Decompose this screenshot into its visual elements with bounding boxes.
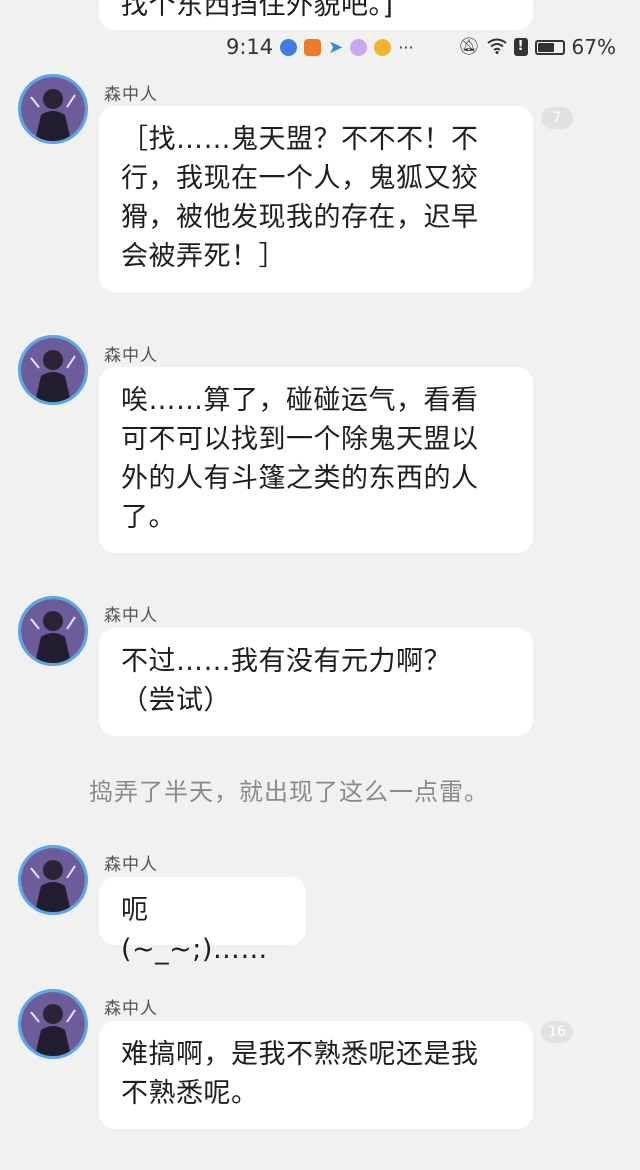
battery-percent: 67%	[571, 35, 616, 59]
avatar[interactable]	[18, 596, 88, 666]
message-line: 猾，被他发现我的存在，迟早	[121, 202, 479, 233]
message-line: ［找……鬼天盟？不不不！不	[121, 124, 479, 155]
avatar[interactable]	[18, 989, 88, 1059]
send-icon: ➤	[328, 36, 344, 58]
system-message-text: 捣弄了半天，就出现了这么一点雷。	[89, 778, 489, 806]
wifi-icon	[486, 35, 507, 59]
weibo-icon	[374, 38, 392, 56]
message-bubble[interactable]: 不过……我有没有元力啊？ （尝试）	[99, 628, 533, 736]
system-message: 捣弄了半天，就出现了这么一点雷。	[0, 772, 640, 807]
music-icon	[280, 38, 298, 56]
alert-icon: !	[513, 38, 528, 56]
sender-name: 森中人	[104, 85, 158, 105]
status-time: 9:14	[226, 35, 274, 59]
message-text: 找个东西挡住外貌吧。]	[121, 0, 394, 21]
status-bar: 9:14 ➤ ··· 🔕︎ ! 67%	[226, 32, 616, 62]
avatar[interactable]	[18, 74, 88, 144]
message-line: 外的人有斗篷之类的东西的人	[121, 463, 479, 494]
unread-badge: 7	[541, 107, 573, 129]
circle-app-icon	[350, 38, 368, 56]
video-icon	[304, 38, 322, 56]
sender-name: 森中人	[104, 606, 158, 626]
mute-bell-icon: 🔕︎	[457, 37, 480, 57]
message-line: 会被弄死！］	[121, 241, 286, 272]
message-line: 不过……我有没有元力啊？	[121, 646, 451, 677]
message-bubble[interactable]: 呃(~_~;)……	[99, 877, 306, 965]
message-line: （尝试）	[121, 685, 231, 716]
message-line: 难搞啊，是我不熟悉呢还是我	[121, 1039, 479, 1070]
battery-fill	[537, 42, 554, 52]
message-bubble[interactable]: ［找……鬼天盟？不不不！不 行，我现在一个人，鬼狐又狡 猾，被他发现我的存在，迟…	[99, 106, 533, 292]
message-bubble-previous[interactable]: 找个东西挡住外貌吧。]	[99, 0, 533, 30]
message-line: 呃(~_~;)……	[121, 895, 268, 965]
sender-name: 森中人	[104, 346, 158, 366]
message-line: 可不可以找到一个除鬼天盟以	[121, 424, 479, 455]
sender-name: 森中人	[104, 855, 158, 875]
message-line: 了。	[121, 502, 176, 533]
avatar[interactable]	[18, 845, 88, 915]
unread-badge: 16	[541, 1021, 573, 1043]
status-more: ···	[398, 37, 414, 57]
message-line: 唉……算了，碰碰运气，看看	[121, 385, 479, 416]
message-line: 不熟悉呢。	[121, 1078, 259, 1109]
sender-name: 森中人	[104, 999, 158, 1019]
battery-icon	[534, 39, 565, 55]
message-line: 行，我现在一个人，鬼狐又狡	[121, 163, 479, 194]
avatar[interactable]	[18, 335, 88, 405]
message-bubble[interactable]: 唉……算了，碰碰运气，看看 可不可以找到一个除鬼天盟以 外的人有斗篷之类的东西的…	[99, 367, 533, 553]
message-bubble[interactable]: 难搞啊，是我不熟悉呢还是我 不熟悉呢。	[99, 1021, 533, 1129]
